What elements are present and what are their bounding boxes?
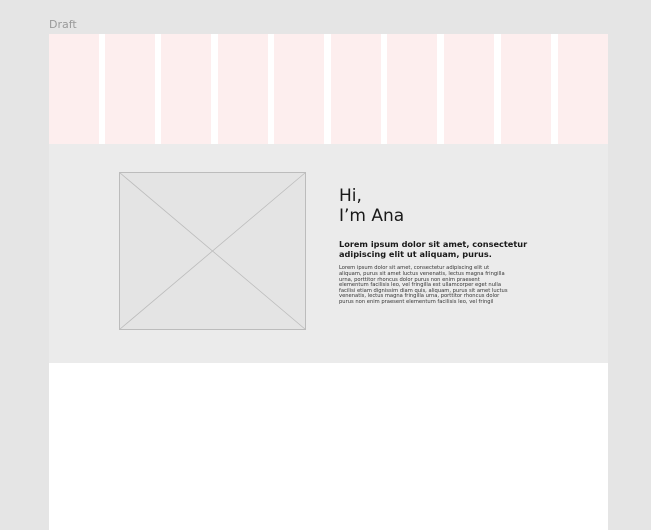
design-frame[interactable]: Hi, I’m Ana Lorem ipsum dolor sit amet, … — [49, 34, 608, 530]
hero-greeting[interactable]: Hi, I’m Ana — [339, 186, 529, 226]
grid-column — [501, 34, 551, 144]
frame-label[interactable]: Draft — [49, 18, 77, 31]
greeting-line-2: I’m Ana — [339, 206, 405, 226]
grid-column — [49, 34, 99, 144]
grid-column — [387, 34, 437, 144]
hero-lead-text[interactable]: Lorem ipsum dolor sit amet, consectetur … — [339, 239, 529, 259]
grid-column — [161, 34, 211, 144]
grid-column — [105, 34, 155, 144]
grid-column — [444, 34, 494, 144]
grid-column — [218, 34, 268, 144]
grid-column — [558, 34, 608, 144]
hero-section[interactable]: Hi, I’m Ana Lorem ipsum dolor sit amet, … — [49, 144, 608, 363]
image-placeholder-icon[interactable] — [119, 172, 306, 330]
greeting-line-1: Hi, — [339, 186, 362, 206]
layout-grid-overlay — [49, 34, 608, 144]
grid-column — [331, 34, 381, 144]
hero-body-text[interactable]: Lorem ipsum dolor sit amet, consectetur … — [339, 266, 511, 305]
grid-column — [274, 34, 324, 144]
hero-text-block: Hi, I’m Ana Lorem ipsum dolor sit amet, … — [339, 186, 529, 306]
